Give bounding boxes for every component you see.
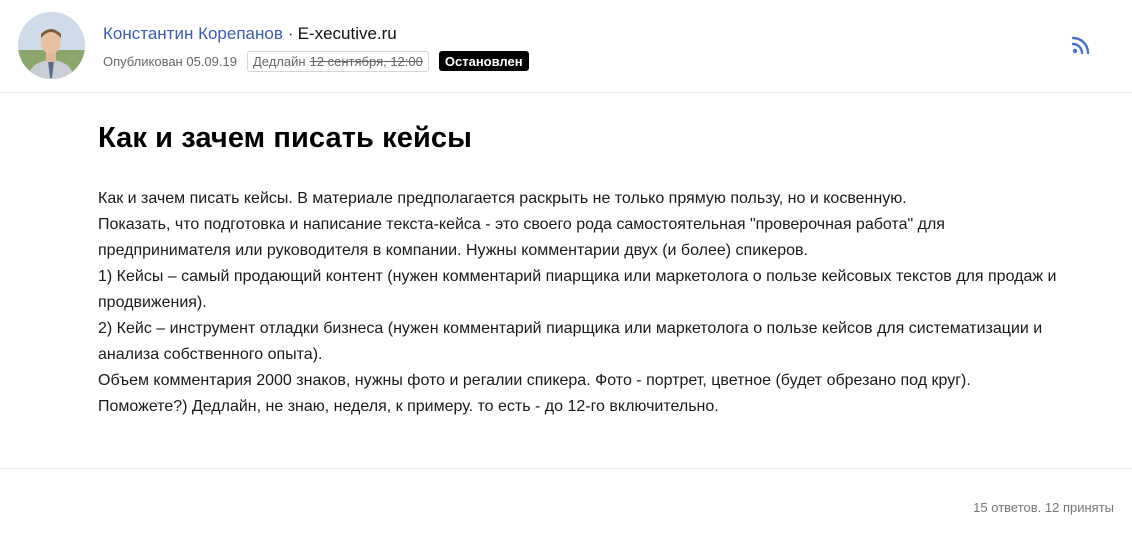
article-paragraph: Объем комментария 2000 знаков, нужны фот… (98, 372, 971, 389)
query-header: Константин Корепанов · E-xecutive.ru Опубл… (0, 0, 1132, 93)
deadline-label: Дедлайн (252, 53, 306, 69)
deadline-date: 12 сентября, 12:00 (309, 53, 423, 69)
rss-subscribe-button[interactable] (1070, 34, 1092, 56)
meta-line: Опубликован 05.09.19 Дедлайн 12 сентября… (103, 50, 529, 72)
published-date: Опубликован 05.09.19 (103, 53, 237, 69)
article-paragraph: Показать, что подготовка и написание тек… (98, 216, 945, 259)
article: Как и зачем писать кейсы Как и зачем пис… (98, 118, 1058, 420)
author-separator: · (287, 24, 294, 43)
query-page: Константин Корепанов · E-xecutive.ru Опубл… (0, 0, 1132, 536)
deadline-badge: Дедлайн 12 сентября, 12:00 (246, 50, 429, 72)
page-title: Как и зачем писать кейсы (98, 122, 472, 154)
status-badge: Остановлен (438, 51, 529, 71)
article-paragraph: 1) Кейсы – самый продающий контент (нуже… (98, 268, 1057, 311)
article-paragraph: 2) Кейс – инструмент отладки бизнеса (ну… (98, 320, 1043, 363)
article-paragraph: Поможете?) Дедлайн, не знаю, неделя, к п… (98, 398, 719, 415)
company-name[interactable]: E-xecutive.ru (298, 24, 397, 43)
avatar[interactable] (18, 12, 85, 79)
author-line: Константин Корепанов · E-xecutive.ru (103, 24, 397, 44)
article-paragraph: Как и зачем писать кейсы. В материале пр… (98, 190, 907, 207)
article-body: Как и зачем писать кейсы. В материале пр… (98, 186, 1058, 420)
author-name-link[interactable]: Константин Корепанов (103, 24, 283, 43)
answers-stats: 15 ответов. 12 приняты (973, 500, 1114, 515)
divider (0, 468, 1132, 469)
rss-icon (1071, 36, 1090, 55)
